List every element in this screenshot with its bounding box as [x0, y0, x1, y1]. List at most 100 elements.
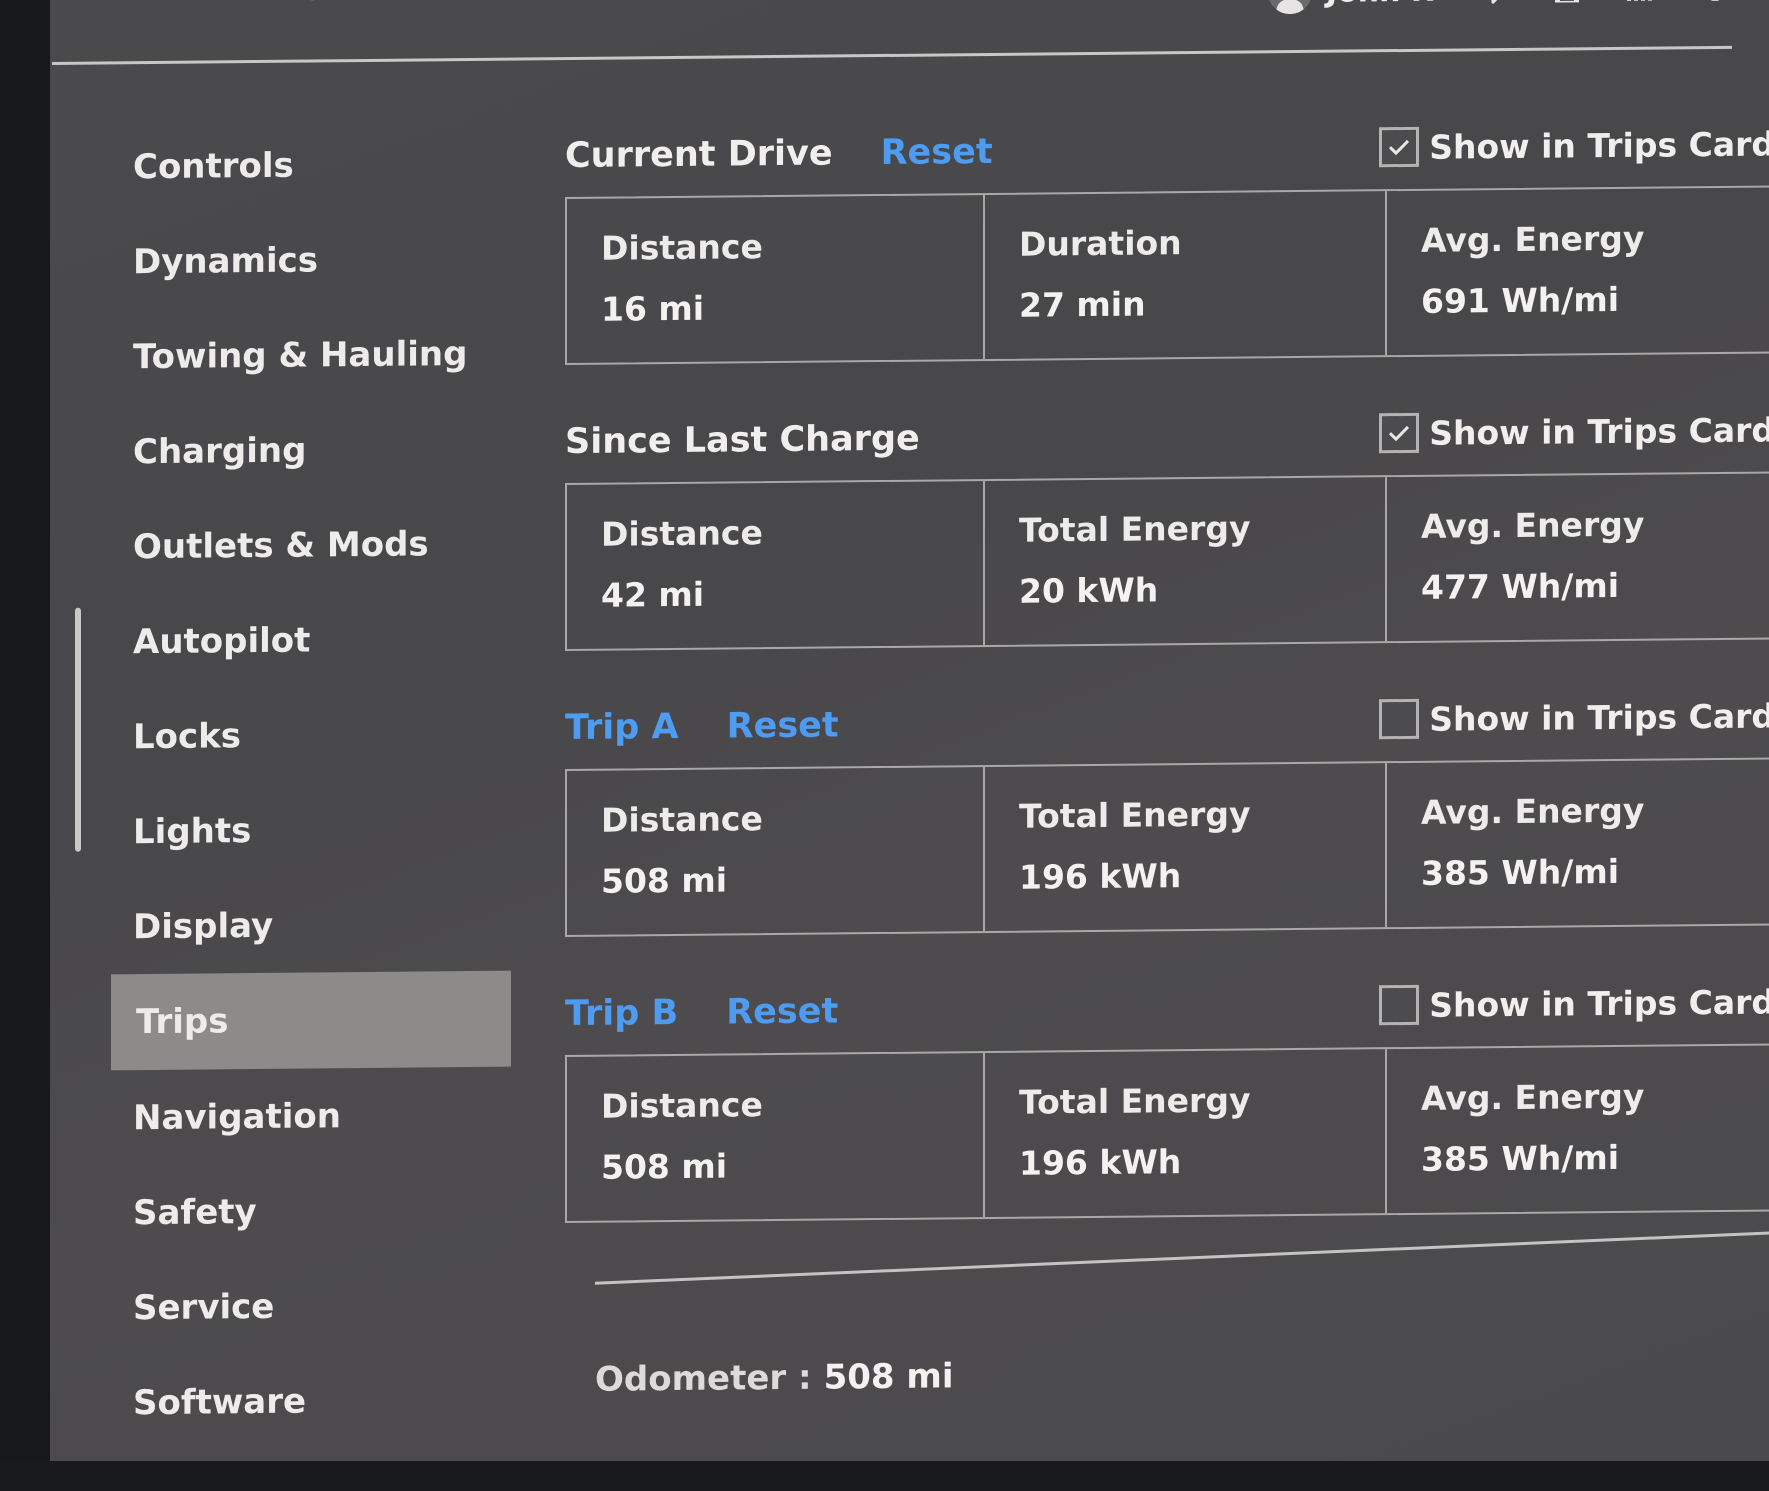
user-profile-button[interactable]: John R	[1267, 0, 1434, 15]
sidebar-item-software[interactable]: Software	[85, 1352, 505, 1451]
current-drive-section: Current Drive Reset Show in Trips Card D…	[565, 103, 1769, 366]
sidebar-item-locks[interactable]: Locks	[85, 686, 505, 785]
sidebar-item-dynamics[interactable]: Dynamics	[85, 211, 505, 310]
stat-value: 508 mi	[601, 860, 728, 901]
settings-sidebar: Controls Dynamics Towing & Hauling Charg…	[85, 116, 511, 1451]
section-header: Since Last Charge Show in Trips Card	[565, 389, 1769, 483]
stat-label: Avg. Energy	[1421, 1076, 1645, 1118]
section-title: Current Drive	[565, 133, 833, 177]
stat-value: 196 kWh	[1019, 1142, 1182, 1183]
show-in-trips-card-toggle[interactable]: Show in Trips Card	[1379, 409, 1769, 454]
stat-cell-total-energy: Total Energy 20 kWh	[985, 477, 1387, 646]
stats-table: Distance 16 mi Duration 27 min Avg. Ener…	[565, 185, 1769, 366]
user-avatar-icon	[1267, 0, 1312, 15]
stat-cell-distance: Distance 508 mi	[567, 1053, 985, 1222]
stats-table: Distance 508 mi Total Energy 196 kWh Avg…	[565, 757, 1769, 938]
show-in-trips-card-toggle[interactable]: Show in Trips Card	[1379, 981, 1769, 1026]
reset-trip-b-button[interactable]: Reset	[726, 991, 838, 1032]
stat-label: Avg. Energy	[1421, 504, 1645, 546]
search-input[interactable]: Search Cybertruck Settings	[150, 0, 644, 3]
show-in-trips-card-toggle[interactable]: Show in Trips Card	[1379, 695, 1769, 740]
stat-value: 42 mi	[601, 574, 705, 615]
stat-cell-distance: Distance 508 mi	[567, 767, 985, 936]
stat-value: 385 Wh/mi	[1421, 1137, 1620, 1179]
reset-trip-a-button[interactable]: Reset	[727, 705, 839, 746]
show-in-trips-card-toggle[interactable]: Show in Trips Card	[1379, 123, 1769, 168]
status-bar: John R	[1267, 0, 1730, 15]
trips-panel: Current Drive Reset Show in Trips Card D…	[565, 103, 1769, 1259]
odometer-value: 508 mi	[823, 1356, 954, 1398]
stat-cell-total-energy: Total Energy 196 kWh	[985, 763, 1387, 932]
section-title: Trip A	[565, 706, 679, 749]
sidebar-item-autopilot[interactable]: Autopilot	[85, 591, 505, 690]
sidebar-item-controls[interactable]: Controls	[85, 116, 505, 215]
header-divider	[52, 45, 1732, 65]
sidebar-scrollbar[interactable]	[75, 607, 81, 852]
sidebar-item-service[interactable]: Service	[85, 1257, 505, 1356]
stat-label: Distance	[601, 1085, 763, 1126]
show-in-trips-card-label: Show in Trips Card	[1429, 123, 1769, 167]
section-title: Since Last Charge	[565, 418, 920, 463]
sidebar-item-trips[interactable]: Trips	[111, 970, 511, 1071]
stat-cell-avg-energy: Avg. Energy 385 Wh/mi	[1387, 759, 1769, 927]
section-header: Current Drive Reset Show in Trips Card	[565, 103, 1769, 197]
stat-cell-total-energy: Total Energy 196 kWh	[985, 1049, 1387, 1218]
stat-cell-distance: Distance 42 mi	[567, 481, 985, 650]
stat-label: Duration	[1019, 223, 1182, 264]
stat-value: 196 kWh	[1019, 856, 1182, 897]
sidebar-item-charging[interactable]: Charging	[85, 401, 505, 500]
sidebar-item-display[interactable]: Display	[85, 876, 505, 975]
sidebar-item-safety[interactable]: Safety	[85, 1162, 505, 1261]
odometer: Odometer : 508 mi	[595, 1356, 954, 1399]
stat-value: 691 Wh/mi	[1421, 279, 1620, 321]
settings-screen: ‹ Search Cybertruck Settings John R	[50, 0, 1769, 1481]
stat-cell-avg-energy: Avg. Energy 691 Wh/mi	[1387, 187, 1769, 355]
header: ‹ Search Cybertruck Settings John R	[50, 0, 1769, 70]
stat-label: Distance	[601, 513, 763, 554]
stat-value: 27 min	[1019, 284, 1146, 325]
section-header: Trip B Reset Show in Trips Card	[565, 961, 1769, 1055]
checkmark-icon	[1389, 139, 1410, 156]
sidebar-item-outlets-mods[interactable]: Outlets & Mods	[85, 496, 505, 595]
sidebar-item-towing-hauling[interactable]: Towing & Hauling	[85, 306, 505, 405]
screen-bezel	[0, 1461, 1769, 1491]
stat-label: Avg. Energy	[1421, 218, 1645, 260]
checkmark-icon	[1389, 425, 1410, 442]
stat-label: Avg. Energy	[1421, 790, 1645, 832]
bell-icon[interactable]	[1700, 0, 1730, 3]
stat-label: Total Energy	[1019, 1080, 1251, 1122]
stat-cell-duration: Duration 27 min	[985, 191, 1387, 360]
checkbox-unchecked[interactable]	[1379, 984, 1420, 1026]
stat-label: Distance	[601, 799, 763, 840]
bluetooth-icon[interactable]	[1478, 0, 1508, 5]
checkbox-checked[interactable]	[1379, 412, 1420, 454]
stat-label: Total Energy	[1019, 794, 1251, 836]
stats-table: Distance 508 mi Total Energy 196 kWh Avg…	[565, 1043, 1769, 1224]
stat-label: Distance	[601, 227, 763, 268]
stats-table: Distance 42 mi Total Energy 20 kWh Avg. …	[565, 471, 1769, 652]
trip-b-section: Trip B Reset Show in Trips Card Distance…	[565, 961, 1769, 1224]
show-in-trips-card-label: Show in Trips Card	[1429, 695, 1769, 739]
since-last-charge-section: Since Last Charge Show in Trips Card Dis…	[565, 389, 1769, 652]
stat-cell-avg-energy: Avg. Energy 385 Wh/mi	[1387, 1045, 1769, 1213]
section-header: Trip A Reset Show in Trips Card	[565, 675, 1769, 769]
reset-current-drive-button[interactable]: Reset	[881, 132, 993, 173]
stat-cell-avg-energy: Avg. Energy 477 Wh/mi	[1387, 473, 1769, 641]
signal-bars-icon	[1626, 0, 1656, 4]
show-in-trips-card-label: Show in Trips Card	[1429, 409, 1769, 453]
odometer-label: Odometer :	[595, 1357, 812, 1400]
stat-value: 20 kWh	[1019, 570, 1159, 611]
stat-label: Total Energy	[1019, 508, 1251, 550]
trip-a-section: Trip A Reset Show in Trips Card Distance…	[565, 675, 1769, 938]
checkbox-checked[interactable]	[1379, 126, 1420, 168]
section-title: Trip B	[565, 992, 679, 1035]
user-name: John R	[1326, 0, 1434, 9]
stat-value: 477 Wh/mi	[1421, 565, 1620, 607]
checkbox-unchecked[interactable]	[1379, 698, 1420, 740]
sidebar-item-lights[interactable]: Lights	[85, 781, 505, 880]
stat-value: 16 mi	[601, 288, 705, 329]
homelink-garage-icon[interactable]	[1552, 0, 1582, 5]
stat-cell-distance: Distance 16 mi	[567, 195, 985, 364]
sidebar-item-navigation[interactable]: Navigation	[85, 1067, 505, 1166]
stat-value: 385 Wh/mi	[1421, 851, 1620, 893]
